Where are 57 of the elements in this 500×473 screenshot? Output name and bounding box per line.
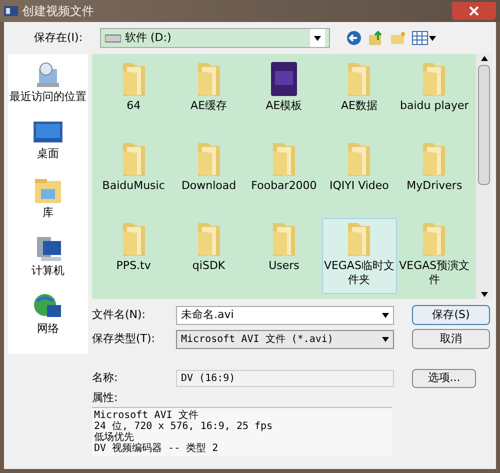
scroll-down-icon — [480, 292, 488, 297]
file-name-label: 文件名(N): — [92, 306, 147, 323]
attribute-line: 24 位, 720 x 576, 16:9, 25 fps — [94, 420, 274, 432]
file-item[interactable]: MyDrivers — [396, 138, 472, 214]
save-in-value: 软件 (D:) — [125, 30, 172, 46]
file-item[interactable]: VEGAS临时文件夹 — [322, 218, 397, 294]
file-type-label: 保存类型(T): — [92, 330, 156, 347]
view-dropdown-icon — [429, 36, 436, 40]
file-item[interactable]: Foobar2000 — [246, 138, 322, 214]
place-item[interactable]: 计算机 — [8, 232, 88, 282]
file-item[interactable]: VEGAS预演文件 — [396, 218, 472, 294]
close-button[interactable] — [452, 2, 496, 20]
save-in-label: 保存在(I): — [34, 30, 84, 46]
attribute-line: DV 视频编码器 -- 类型 2 — [94, 442, 220, 454]
file-item[interactable]: AE缓存 — [171, 58, 246, 134]
attributes-label: 属性: — [92, 390, 119, 406]
file-item[interactable]: AE模板 — [246, 58, 322, 134]
save-in-dropdown[interactable]: 软件 (D:) — [100, 28, 330, 48]
file-name-field[interactable]: 未命名.avi — [176, 306, 394, 324]
attribute-line: 低场优先 — [94, 432, 135, 442]
new-folder-icon[interactable] — [390, 30, 406, 46]
file-item[interactable]: baidu player — [396, 58, 472, 134]
view-menu-button[interactable] — [412, 31, 436, 45]
cancel-button[interactable]: 取消 — [412, 329, 490, 349]
file-item[interactable]: PPS.tv — [96, 218, 172, 294]
scroll-thumb[interactable] — [478, 65, 490, 185]
grid-view-icon — [412, 31, 428, 45]
ae-app-icon — [268, 61, 299, 97]
close-icon — [469, 6, 479, 16]
scroll-up-icon — [480, 56, 488, 61]
place-item[interactable]: 库 — [8, 174, 88, 224]
up-folder-icon[interactable] — [368, 30, 384, 46]
drive-icon — [105, 33, 121, 43]
library-icon — [33, 176, 63, 205]
template-name-field: DV (16:9) — [176, 370, 394, 387]
app-icon — [4, 5, 18, 17]
file-item[interactable]: Download — [171, 138, 246, 214]
place-item[interactable]: 网络 — [8, 290, 88, 340]
template-name-label: 名称: — [92, 370, 119, 386]
attribute-line: Microsoft AVI 文件 — [94, 410, 200, 420]
window-title: 创建视频文件 — [22, 3, 94, 20]
file-item[interactable]: 64 — [96, 58, 172, 134]
save-button[interactable]: 保存(S) — [412, 305, 490, 325]
dropdown-arrow-icon — [382, 336, 389, 342]
file-item[interactable]: BaiduMusic — [96, 138, 172, 214]
scrollbar[interactable] — [476, 54, 492, 299]
file-type-dropdown[interactable]: Microsoft AVI 文件 (*.avi) — [176, 330, 394, 348]
file-item[interactable]: Users — [246, 218, 322, 294]
place-item[interactable]: 最近访问的位置 — [8, 58, 88, 108]
back-icon[interactable] — [346, 30, 362, 46]
options-button[interactable]: 选项... — [412, 369, 476, 388]
dropdown-arrow-icon — [382, 312, 389, 318]
file-item[interactable]: AE数据 — [322, 58, 397, 134]
dropdown-arrow-icon — [314, 36, 321, 40]
file-item[interactable]: IQIYI Video — [322, 138, 397, 214]
place-item[interactable]: 桌面 — [8, 116, 88, 166]
file-item[interactable]: qiSDK — [171, 218, 246, 294]
